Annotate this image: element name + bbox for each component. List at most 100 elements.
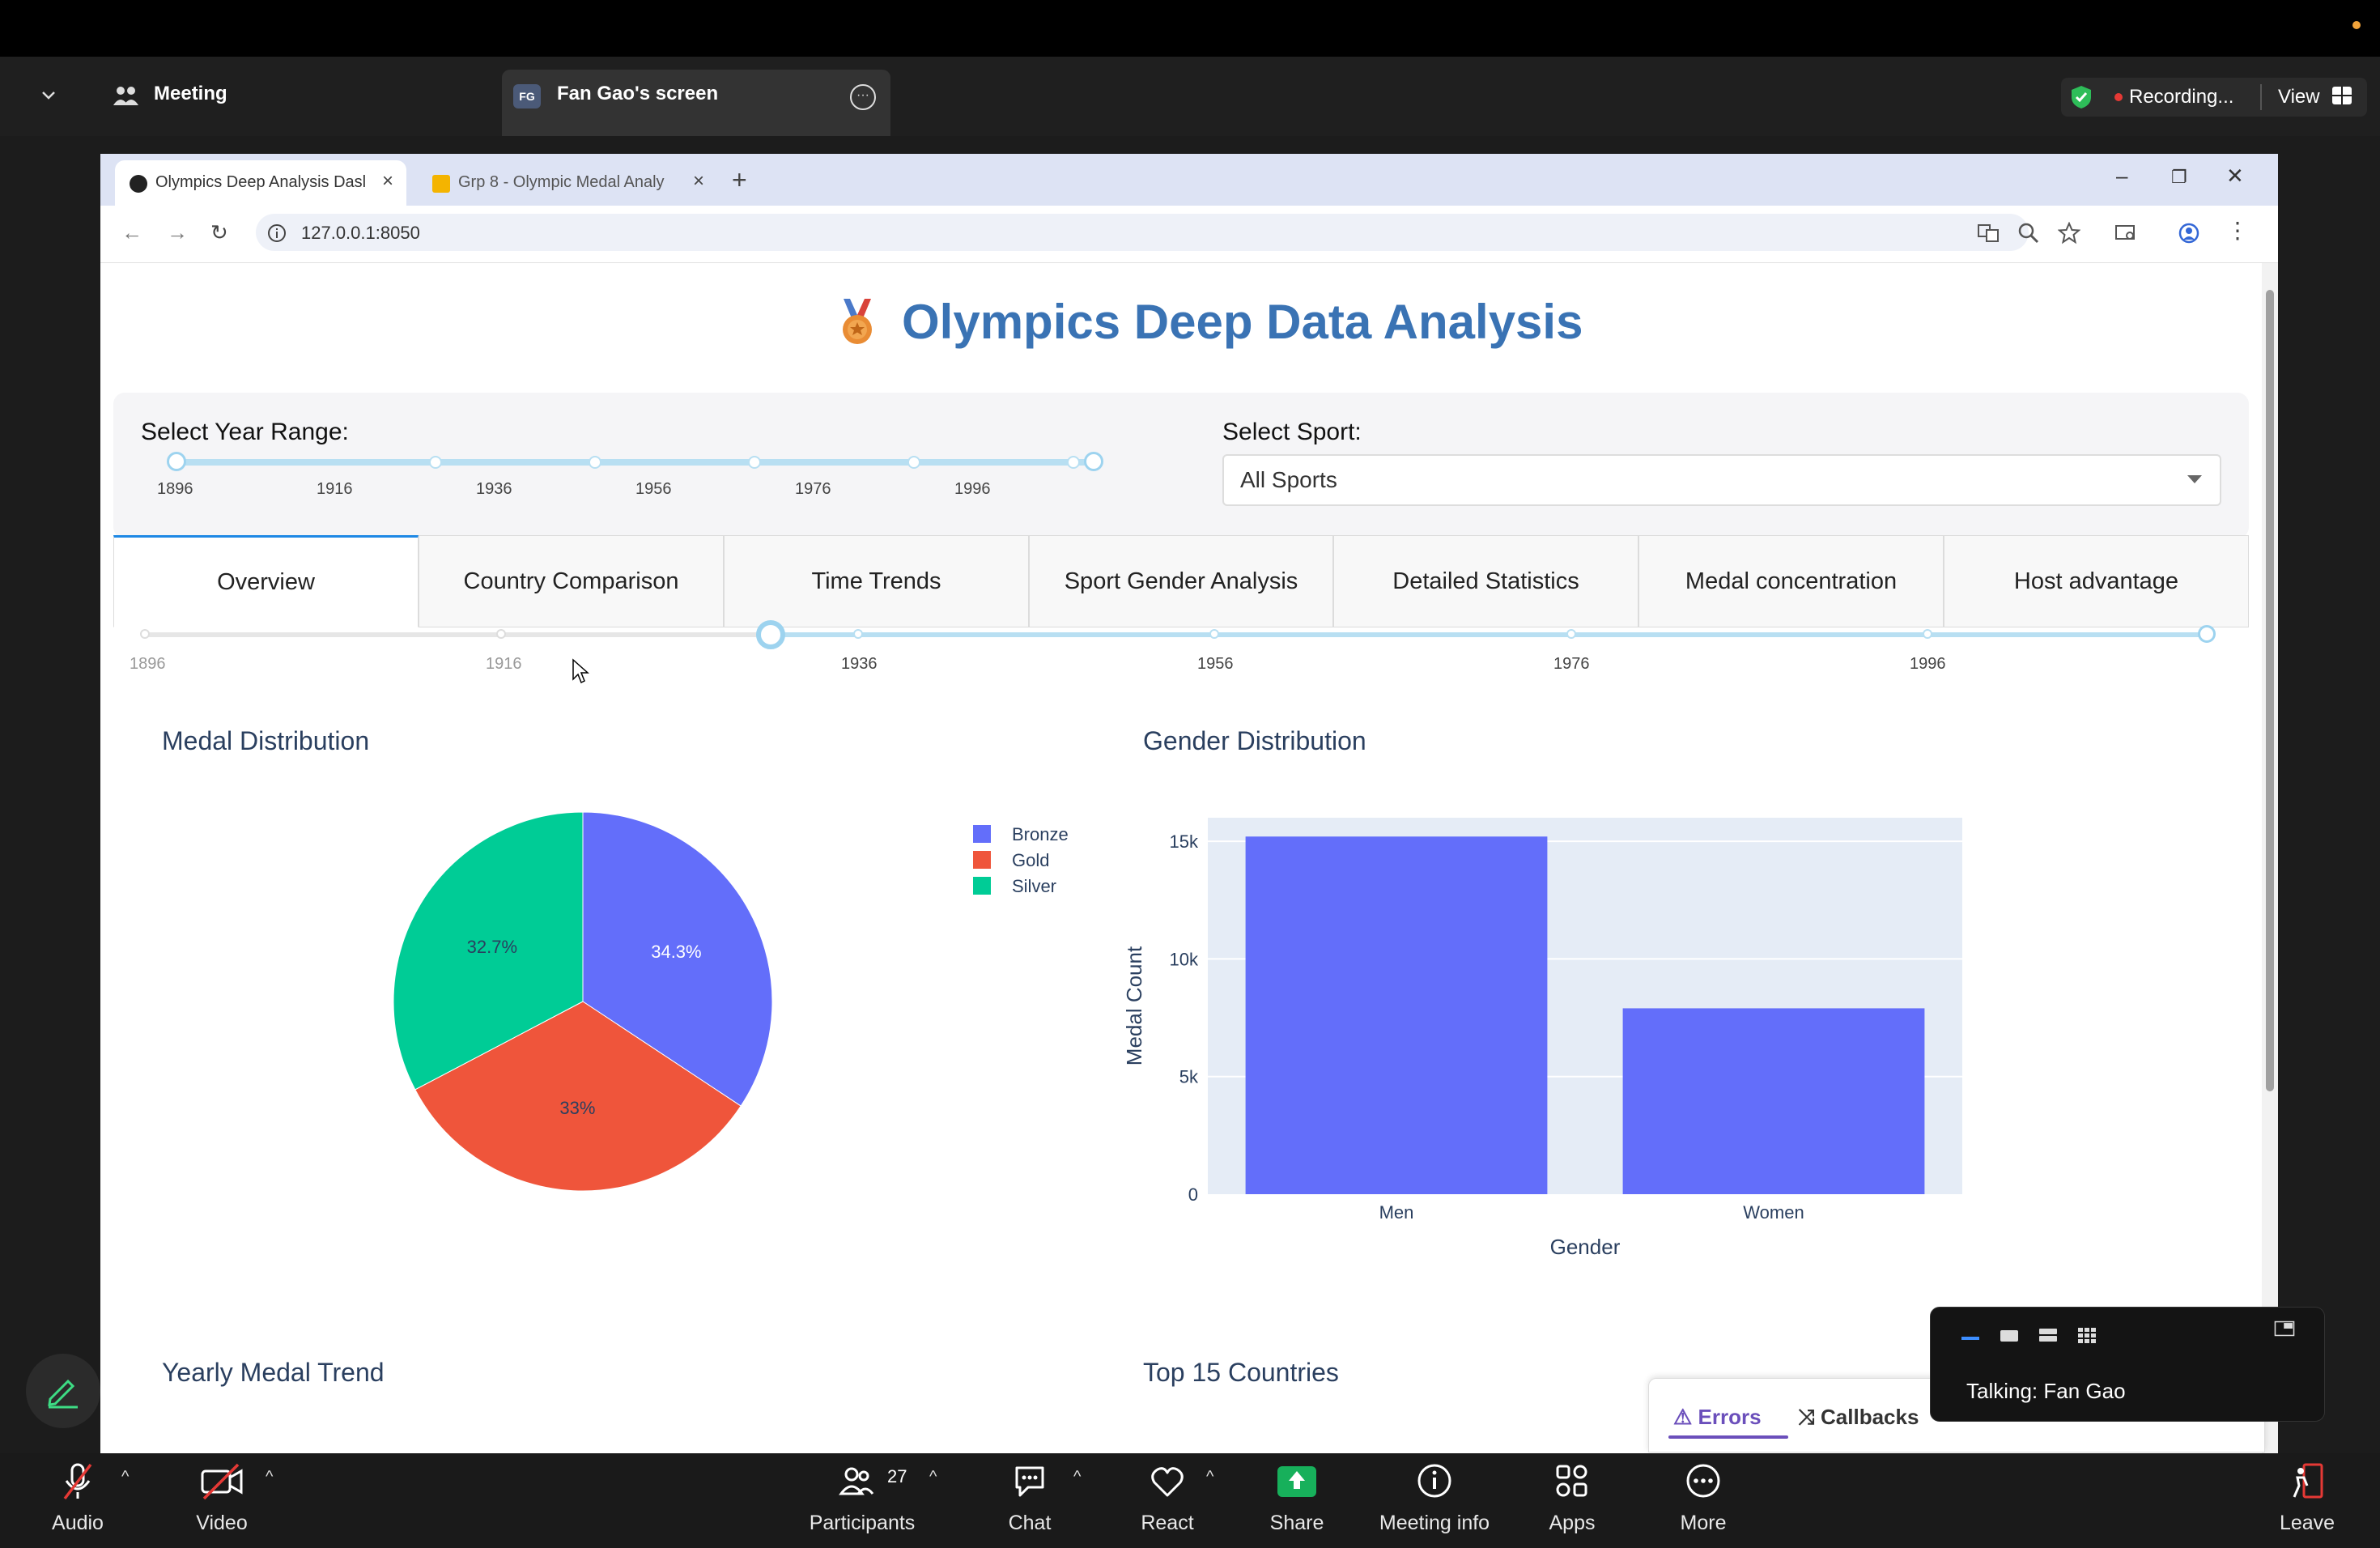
leave-button[interactable]: Leave (2267, 1453, 2348, 1548)
browser-tab-title: Olympics Deep Analysis Dasl (155, 173, 367, 191)
recording-label: Recording... (2129, 86, 2234, 108)
zoom-top-bar (0, 57, 2380, 136)
zoom-icon[interactable] (2017, 222, 2040, 245)
bookmark-star-icon[interactable] (2058, 222, 2080, 245)
gender-bar-chart: 0 5k 10k 15k Men Women Gender Medal Count (1122, 818, 1962, 1259)
more-options-icon[interactable]: ··· (850, 84, 876, 110)
apps-label: Apps (1549, 1512, 1596, 1534)
react-caret-icon[interactable]: ^ (1206, 1468, 1213, 1486)
zoom-bottom-toolbar: Audio ^ Video ^ Participants 27 ^ Chat ^… (0, 1453, 2380, 1548)
more-label: More (1680, 1512, 1727, 1534)
info-icon (1417, 1464, 1451, 1498)
more-icon (1686, 1464, 1720, 1498)
apps-button[interactable]: Apps (1532, 1453, 1613, 1548)
reload-icon[interactable]: ↻ (210, 220, 228, 245)
video-button[interactable]: Video (181, 1453, 262, 1548)
url-text[interactable]: 127.0.0.1:8050 (301, 223, 420, 244)
close-window-icon[interactable]: ✕ (2226, 164, 2244, 189)
scrollbar-thumb[interactable] (2266, 290, 2274, 1091)
profile-icon[interactable] (2178, 222, 2200, 245)
shared-screen-label: Fan Gao's screen (557, 83, 719, 104)
meeting-tab-label[interactable]: Meeting (154, 83, 227, 105)
back-icon[interactable]: ← (121, 220, 142, 245)
react-label: React (1141, 1512, 1194, 1534)
macos-menu-bar (0, 0, 2380, 57)
meeting-info-button[interactable]: Meeting info (1370, 1453, 1499, 1548)
presenter-avatar: FG (513, 84, 541, 108)
browser-tab-dashboard[interactable]: Olympics Deep Analysis Dasl × (115, 160, 406, 206)
view-button[interactable]: View (2278, 86, 2320, 108)
video-options-caret-icon[interactable]: ^ (266, 1468, 273, 1486)
y-tick-label: 10k (1170, 949, 1199, 969)
translate-icon[interactable] (1977, 222, 2000, 245)
x-tick-label: Women (1743, 1202, 1804, 1223)
bar-women[interactable] (1622, 1008, 1925, 1194)
active-speaker-panel: Talking: Fan Gao (1930, 1307, 2325, 1422)
pencil-icon (48, 1379, 78, 1409)
chevron-down-icon[interactable] (40, 87, 57, 104)
browser-tab-slides[interactable]: Grp 8 - Olympic Medal Analy × (418, 160, 717, 206)
cast-icon[interactable] (2114, 222, 2137, 245)
share-label: Share (1269, 1512, 1324, 1534)
chat-caret-icon[interactable]: ^ (1073, 1468, 1081, 1486)
chat-button[interactable]: Chat (989, 1453, 1070, 1548)
annotate-button[interactable] (26, 1354, 100, 1428)
restore-icon[interactable]: ❐ (2171, 167, 2187, 188)
recording-dot (2114, 93, 2123, 101)
close-tab-icon[interactable]: × (382, 170, 393, 193)
chat-label: Chat (1008, 1512, 1052, 1534)
browser-menu-icon[interactable]: ⋮ (2226, 217, 2249, 244)
new-tab-icon[interactable]: + (732, 165, 747, 195)
react-button[interactable]: React (1127, 1453, 1208, 1548)
people-icon (113, 87, 138, 105)
participants-count: 27 (887, 1466, 907, 1486)
chat-icon (1015, 1466, 1044, 1497)
browser-window: Olympics Deep Analysis Dasl × Grp 8 - Ol… (100, 154, 2278, 1453)
muted-mic-icon (63, 1463, 92, 1500)
gallery-grid-icon[interactable] (2076, 1327, 2097, 1343)
browser-tab-title: Grp 8 - Olympic Medal Analy (458, 173, 665, 191)
single-video-icon[interactable] (1999, 1327, 2020, 1343)
y-tick-label: 15k (1170, 831, 1199, 852)
participants-caret-icon[interactable]: ^ (929, 1468, 937, 1486)
y-axis-title: Medal Count (1122, 946, 1146, 1065)
y-tick-label: 5k (1179, 1067, 1199, 1087)
heart-icon (1151, 1467, 1184, 1497)
minimize-video-icon[interactable] (1960, 1327, 1981, 1343)
address-bar[interactable] (256, 214, 2029, 251)
x-axis-title: Gender (1550, 1235, 1621, 1259)
talking-label: Talking: Fan Gao (1966, 1379, 2126, 1403)
apps-icon (1556, 1465, 1587, 1497)
participants-label: Participants (809, 1512, 916, 1534)
more-button[interactable]: More (1663, 1453, 1744, 1548)
audio-options-caret-icon[interactable]: ^ (121, 1468, 129, 1486)
y-tick-label: 0 (1188, 1184, 1198, 1205)
minimize-icon[interactable]: – (2116, 164, 2127, 189)
dash-app-page: Olympics Deep Data Analysis Select Year … (100, 263, 2262, 1453)
picture-in-picture-icon[interactable] (2271, 1320, 2298, 1337)
status-dot (2352, 21, 2361, 29)
share-screen-icon (1277, 1466, 1316, 1497)
browser-nav-bar: ← → ↻ 127.0.0.1:8050 ⋮ (100, 206, 2278, 263)
shield-icon (2072, 86, 2091, 108)
active-tab-indicator (1668, 1435, 1788, 1439)
grid-view-icon (2332, 87, 2352, 104)
callbacks-label: Callbacks (1821, 1405, 1919, 1429)
dash-favicon-icon (130, 175, 147, 193)
leave-door-icon (2293, 1463, 2323, 1499)
devtools-callbacks-tab[interactable]: ⤨ Callbacks (1798, 1405, 1919, 1431)
video-off-icon (201, 1463, 243, 1500)
site-info-icon[interactable] (267, 223, 287, 243)
slides-favicon-icon (432, 175, 450, 193)
errors-label: Errors (1698, 1405, 1762, 1429)
stacked-video-icon[interactable] (2038, 1327, 2059, 1343)
x-tick-label: Men (1379, 1202, 1414, 1223)
video-label: Video (196, 1512, 248, 1534)
close-tab-icon[interactable]: × (693, 170, 704, 193)
bar-men[interactable] (1245, 836, 1548, 1194)
forward-icon[interactable]: → (167, 220, 188, 245)
audio-button[interactable]: Audio (37, 1453, 118, 1548)
devtools-errors-tab[interactable]: ⚠ Errors (1673, 1405, 1762, 1430)
meeting-info-label: Meeting info (1379, 1512, 1490, 1534)
share-button[interactable]: Share (1256, 1453, 1337, 1548)
